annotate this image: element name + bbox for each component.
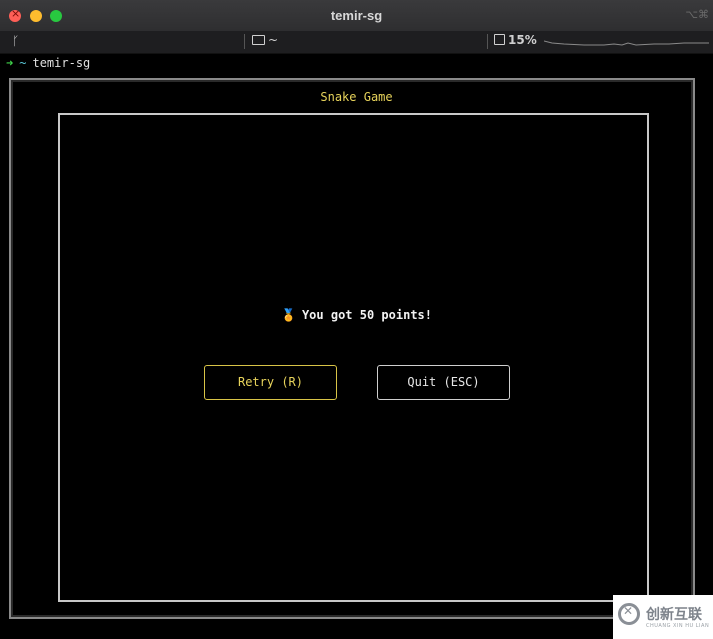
cpu-usage: 15% [494, 33, 537, 47]
cpu-icon [494, 34, 505, 45]
watermark-logo-icon [618, 603, 640, 625]
status-bar: ᚴ ~ 15% [0, 31, 713, 54]
prompt-tilde: ~ [19, 56, 27, 70]
keyboard-shortcut-icon: ⌥⌘ [685, 8, 709, 21]
medal-icon: 🏅 [281, 308, 296, 322]
folder-icon [252, 34, 265, 45]
cpu-sparkline [544, 40, 709, 46]
prompt-arrow-icon: ➜ [6, 56, 14, 70]
terminal-window: temir-sg ⌥⌘ ᚴ ~ 15% ➜ ~ temir-sg Snake Gam… [0, 0, 713, 639]
game-board [58, 113, 649, 602]
folder-label: ~ [268, 33, 279, 47]
watermark-text: 创新互联 [646, 607, 702, 623]
prompt-directory: temir-sg [32, 56, 91, 70]
git-branch-icon: ᚴ [12, 34, 20, 48]
shell-prompt: ➜ ~ temir-sg [6, 56, 90, 70]
current-folder: ~ [252, 33, 278, 47]
retry-button[interactable]: Retry (R) [204, 365, 337, 400]
status-divider [244, 34, 245, 49]
title-bar: temir-sg ⌥⌘ [0, 0, 713, 32]
quit-button[interactable]: Quit (ESC) [377, 365, 510, 400]
window-title: temir-sg [330, 8, 383, 23]
game-title: Snake Game [320, 90, 393, 104]
watermark: 创新互联 CHUANG XIN HU LIAN [613, 595, 713, 639]
score-text: You got 50 points! [301, 308, 432, 322]
cpu-label: 15% [508, 33, 537, 47]
score-message: 🏅 You got 50 points! [0, 308, 713, 322]
status-divider [487, 34, 488, 49]
watermark-subtext: CHUANG XIN HU LIAN [646, 623, 710, 629]
